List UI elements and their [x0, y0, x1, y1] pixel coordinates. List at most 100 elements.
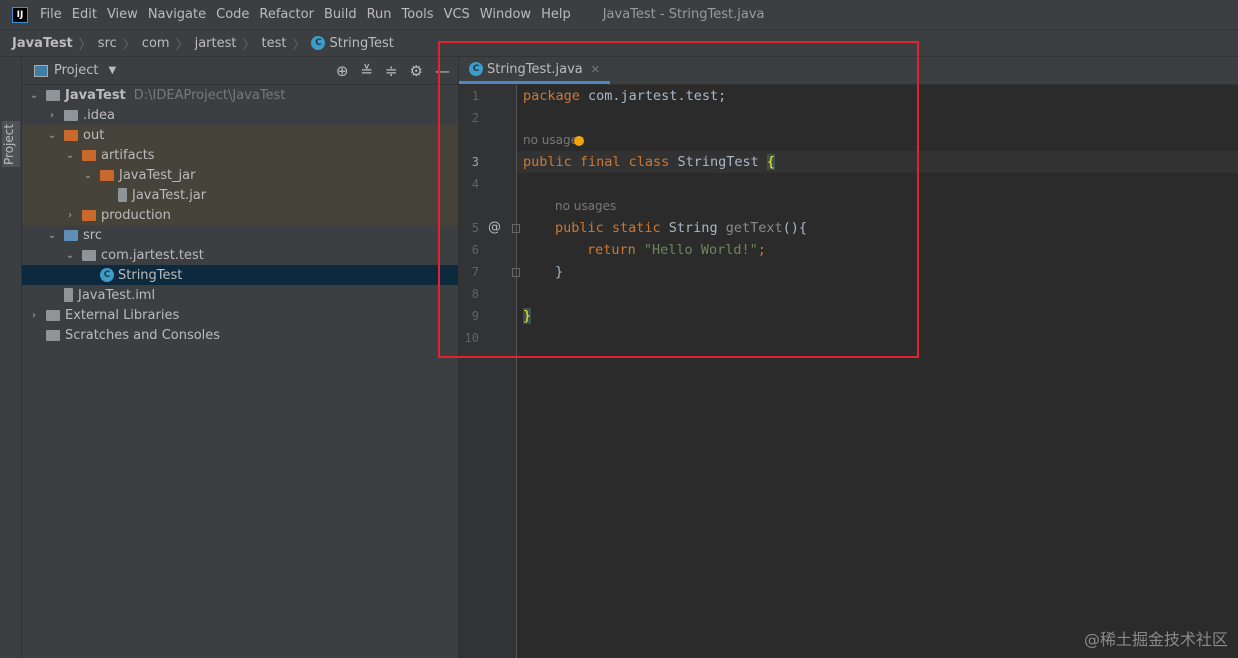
chevron-down-icon[interactable]: ▼ [108, 65, 116, 76]
folder-orange-icon [82, 149, 96, 161]
tree-item[interactable]: ⌄ out [22, 125, 458, 145]
tree-item-label: src [83, 227, 102, 243]
chevron-right-icon[interactable]: › [46, 110, 58, 121]
code-line-5[interactable]: public static String getText(){ [555, 217, 807, 239]
project-panel-header: Project ▼ ⊕ ≚ ≑ ⚙ — [22, 57, 458, 85]
folder-blue-icon [64, 229, 78, 241]
tree-item-label: out [83, 127, 105, 143]
chevron-down-icon[interactable]: ⌄ [46, 130, 58, 141]
tree-item[interactable]: ⌄ com.jartest.test [22, 245, 458, 265]
project-path: D:\IDEAProject\JavaTest [133, 87, 286, 103]
menu-vcs[interactable]: VCS [444, 7, 470, 22]
tree-item-label: artifacts [101, 147, 155, 163]
tree-item[interactable]: › .idea [22, 105, 458, 125]
tree-item[interactable]: › External Libraries [22, 305, 458, 325]
tab-label: StringTest.java [487, 61, 583, 77]
window-title: JavaTest - StringTest.java [602, 7, 765, 22]
folder-orange-icon [64, 129, 78, 141]
iml-icon [64, 288, 73, 302]
menu-file[interactable]: File [40, 7, 62, 22]
fold-icon[interactable] [512, 268, 520, 277]
editor: C StringTest.java ✕ 1 2 3 4 5 6 7 8 9 10… [459, 57, 1238, 658]
fold-icon[interactable] [512, 224, 520, 233]
package-icon [82, 249, 96, 261]
lightbulb-icon[interactable] [574, 135, 585, 146]
menu-view[interactable]: View [107, 7, 138, 22]
code-line-7[interactable]: } [555, 261, 563, 283]
crumb-jartest[interactable]: jartest [195, 36, 237, 51]
tree-item-label: External Libraries [65, 307, 180, 323]
code-line-1[interactable]: package com.jartest.test; [523, 85, 726, 107]
line-number: 1 [471, 89, 479, 103]
chevron-down-icon[interactable]: ⌄ [64, 250, 76, 261]
menu-window[interactable]: Window [480, 7, 531, 22]
class-icon: C [311, 36, 326, 50]
tree-item[interactable]: ⌄ JavaTest_jar [22, 165, 458, 185]
tree-item[interactable]: JavaTest.iml [22, 285, 458, 305]
tree-item[interactable]: Scratches and Consoles [22, 325, 458, 345]
breadcrumb: JavaTest 〉 src 〉 com 〉 jartest 〉 test 〉 C Str… [0, 29, 1238, 57]
tree-item-label: com.jartest.test [101, 247, 204, 263]
menu-run[interactable]: Run [367, 7, 392, 22]
tree-item[interactable]: ⌄ JavaTest D:\IDEAProject\JavaTest [22, 85, 458, 105]
line-number: 2 [471, 111, 479, 125]
code-line-9[interactable]: } [523, 305, 532, 327]
chevron-down-icon[interactable]: ⌄ [46, 230, 58, 241]
code-line-3[interactable]: public final class StringTest { [523, 151, 775, 173]
chevron-right-icon[interactable]: › [64, 210, 76, 221]
menu-build[interactable]: Build [324, 7, 357, 22]
tree-item-label: StringTest [118, 267, 183, 283]
locate-icon[interactable]: ⊕ [336, 62, 349, 80]
project-view-selector[interactable]: Project [54, 63, 98, 78]
menu-edit[interactable]: Edit [72, 7, 97, 22]
usages-hint[interactable]: no usages [523, 129, 585, 151]
menu-navigate[interactable]: Navigate [148, 7, 206, 22]
close-icon[interactable]: ✕ [591, 63, 600, 76]
line-number: 6 [471, 243, 479, 257]
menu-refactor[interactable]: Refactor [259, 7, 314, 22]
line-number: 3 [471, 155, 479, 169]
line-number: 7 [471, 265, 479, 279]
tab-stringtest-java[interactable]: C StringTest.java ✕ [459, 57, 610, 84]
project-view-icon [34, 64, 48, 77]
crumb-stringtest[interactable]: StringTest [329, 36, 393, 51]
tree-item[interactable]: › production [22, 205, 458, 225]
gear-icon[interactable]: ⚙ [410, 62, 423, 80]
menu-code[interactable]: Code [216, 7, 249, 22]
tree-item-label: JavaTest_jar [119, 167, 196, 183]
project-tool-button[interactable]: Project [2, 121, 20, 167]
editor-tabs: C StringTest.java ✕ [459, 57, 1238, 85]
project-panel: Project ▼ ⊕ ≚ ≑ ⚙ — ⌄ JavaTest D:\IDEAProj… [22, 57, 459, 658]
crumb-src[interactable]: src [98, 36, 117, 51]
scratches-icon [46, 329, 60, 341]
chevron-down-icon[interactable]: ⌄ [28, 90, 40, 101]
line-number: 4 [471, 177, 479, 191]
crumb-com[interactable]: com [142, 36, 170, 51]
tree-item[interactable]: JavaTest.jar [22, 185, 458, 205]
hide-icon[interactable]: — [435, 62, 450, 80]
line-number: 10 [464, 331, 479, 345]
crumb-project[interactable]: JavaTest [12, 36, 73, 51]
tree-item[interactable]: ⌄ src [22, 225, 458, 245]
jar-icon [118, 188, 127, 202]
annotation-marker-icon[interactable]: @ [488, 217, 501, 239]
class-icon: C [100, 268, 114, 282]
menu-help[interactable]: Help [541, 7, 571, 22]
collapse-all-icon[interactable]: ≑ [385, 62, 398, 80]
tree-item[interactable]: C StringTest [22, 265, 458, 285]
class-icon: C [469, 62, 483, 76]
intellij-logo-icon: IJ [12, 6, 28, 23]
crumb-test[interactable]: test [261, 36, 286, 51]
code-line-6[interactable]: return "Hello World!"; [587, 239, 766, 261]
chevron-right-icon[interactable]: › [28, 310, 40, 321]
chevron-down-icon[interactable]: ⌄ [82, 170, 94, 181]
usages-hint[interactable]: no usages [555, 195, 616, 217]
chevron-down-icon[interactable]: ⌄ [64, 150, 76, 161]
expand-all-icon[interactable]: ≚ [360, 62, 373, 80]
line-number: 9 [471, 309, 479, 323]
menu-tools[interactable]: Tools [402, 7, 434, 22]
tree-item-label: production [101, 207, 171, 223]
module-icon [46, 89, 60, 101]
tree-item[interactable]: ⌄ artifacts [22, 145, 458, 165]
tree-item-label: JavaTest.jar [132, 187, 207, 203]
